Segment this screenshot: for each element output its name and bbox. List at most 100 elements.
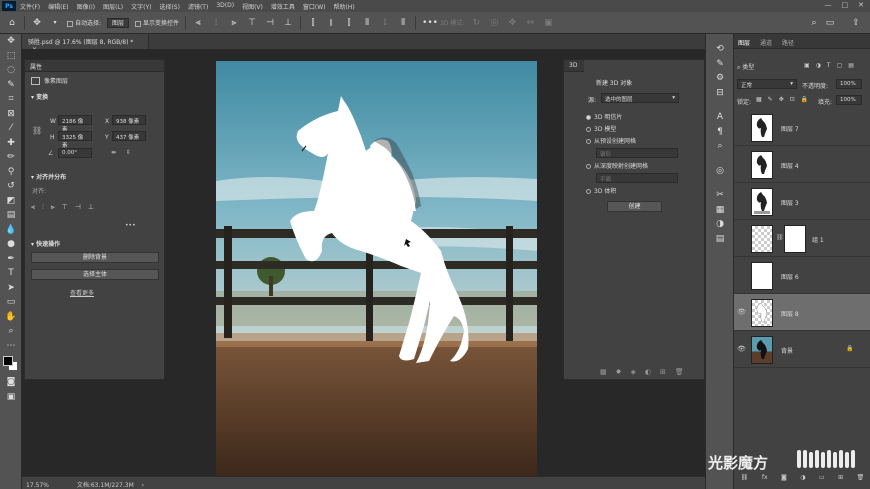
lock-transparent-icon[interactable]: ▦ xyxy=(756,96,762,103)
align-hcenter-icon[interactable]: ⫶ xyxy=(42,203,44,212)
align-right-icon[interactable]: ⫸ xyxy=(51,203,55,212)
shape-tool-icon[interactable]: ▭ xyxy=(0,295,22,310)
scale-3d-icon[interactable]: ▣ xyxy=(542,18,554,28)
frame-tool-icon[interactable]: ⊠ xyxy=(0,107,22,122)
eye-icon[interactable]: 👁 xyxy=(737,308,746,316)
radio[interactable] xyxy=(586,164,591,169)
distribute-top-icon[interactable]: ⫿ xyxy=(307,18,319,28)
filter-icon[interactable]: ▦ xyxy=(600,368,607,376)
option-3d-model[interactable]: 3D 模型 xyxy=(586,124,678,133)
foreground-color[interactable] xyxy=(3,356,13,366)
checkbox-box[interactable] xyxy=(135,20,142,27)
menu-item[interactable]: 文件(F) xyxy=(16,2,44,11)
material-icon[interactable]: ◐ xyxy=(645,368,651,376)
close-button[interactable]: ✕ xyxy=(858,1,864,9)
tab-channels[interactable]: 通道 xyxy=(760,38,772,47)
lasso-tool-icon[interactable]: ◌ xyxy=(0,63,22,78)
width-field[interactable]: 2186 像素 xyxy=(58,115,92,133)
link-icon[interactable]: ⛓ xyxy=(32,126,42,135)
light-icon[interactable]: ✸ xyxy=(616,368,622,376)
tab-paths[interactable]: 路径 xyxy=(782,38,794,47)
orbit-3d-icon[interactable]: ↻ xyxy=(470,18,482,28)
menu-item[interactable]: 滤镜(T) xyxy=(184,2,212,11)
angle-field[interactable]: 0.00° xyxy=(58,148,92,158)
menu-item[interactable]: 3D(D) xyxy=(212,2,238,11)
dodge-tool-icon[interactable]: ● xyxy=(0,237,22,252)
distribute-center-icon[interactable]: ⫾ xyxy=(325,18,337,28)
adjustment-icon[interactable]: ◑ xyxy=(800,474,805,481)
home-icon[interactable]: ⌂ xyxy=(6,18,18,28)
roll-3d-icon[interactable]: ◎ xyxy=(488,18,500,28)
layer-name[interactable]: 图层 3 xyxy=(781,198,799,207)
opacity-field[interactable]: 100% xyxy=(836,79,862,89)
radio[interactable] xyxy=(586,139,591,144)
align-vcenter-icon[interactable]: ⊣ xyxy=(75,203,81,212)
tool-presets-icon[interactable]: ⊟ xyxy=(706,86,734,101)
option-3d-postcard[interactable]: 3D 明信片 xyxy=(586,112,678,121)
trash-icon[interactable]: 🗑 xyxy=(675,368,684,376)
radio-selected[interactable] xyxy=(586,115,591,120)
align-top-icon[interactable]: ⊤ xyxy=(246,18,258,28)
brush-tool-icon[interactable]: ✏ xyxy=(0,150,22,165)
show-transform-checkbox[interactable]: 显示变换控件 xyxy=(135,18,179,27)
pen-tool-icon[interactable]: ✒ xyxy=(0,252,22,267)
properties-tab[interactable]: 属性 xyxy=(25,60,164,72)
layer-row[interactable]: 图层 3 xyxy=(734,183,870,220)
clone-stamp-icon[interactable]: ⚲ xyxy=(0,165,22,180)
move-tool-icon[interactable]: ✥ xyxy=(0,34,22,49)
x-field[interactable]: 938 像素 xyxy=(112,115,146,125)
crop-tool-icon[interactable]: ⌗ xyxy=(0,92,22,107)
doc-size[interactable]: 文档:63.1M/227.3M xyxy=(77,482,134,489)
option-depth-map[interactable]: 从深度映射创建网格 xyxy=(586,161,678,170)
menu-item[interactable]: 文字(Y) xyxy=(127,2,155,11)
more-tools-icon[interactable]: ⋯ xyxy=(0,339,22,354)
shape-filter-icon[interactable]: ▢ xyxy=(837,62,843,69)
flip-horizontal-icon[interactable]: ⇹ xyxy=(111,149,116,156)
3d-tab[interactable]: 3D xyxy=(564,60,584,72)
select-subject-button[interactable]: 选择主体 xyxy=(31,269,159,280)
minimize-button[interactable]: — xyxy=(825,1,832,9)
move-tool-icon[interactable]: ✥ xyxy=(31,18,43,28)
remove-background-button[interactable]: 删除背景 xyxy=(31,252,159,263)
lock-all-icon[interactable]: 🔒 xyxy=(801,96,808,103)
libraries-icon[interactable]: ▤ xyxy=(706,232,734,247)
healing-brush-icon[interactable]: ✚ xyxy=(0,136,22,151)
blend-mode-dropdown[interactable]: 正常 ▾ xyxy=(737,79,797,89)
swatches-icon[interactable]: ▦ xyxy=(706,203,734,218)
new-icon[interactable]: ⊞ xyxy=(660,368,666,376)
layer-row[interactable]: 图层 7 xyxy=(734,109,870,146)
source-dropdown[interactable]: 选中的图层 ▾ xyxy=(601,93,679,103)
checkbox-box[interactable] xyxy=(67,20,73,27)
align-left-icon[interactable]: ⫷ xyxy=(192,18,204,28)
option-3d-volume[interactable]: 3D 体积 xyxy=(586,186,678,195)
adjustments-icon[interactable]: ⚙ xyxy=(706,71,734,86)
quick-mask-icon[interactable]: ◙ xyxy=(0,375,22,390)
layer-row[interactable]: 图层 4 xyxy=(734,146,870,183)
menu-item[interactable]: 图像(I) xyxy=(73,2,99,11)
color-icon[interactable]: ◑ xyxy=(706,217,734,232)
tab-layers[interactable]: 图层 xyxy=(738,38,750,47)
pixel-filter-icon[interactable]: ▣ xyxy=(804,62,810,69)
zoom-tool-icon[interactable]: ⌕ xyxy=(0,324,22,339)
depth-dropdown[interactable]: 平面 xyxy=(596,173,678,183)
menu-item[interactable]: 选择(S) xyxy=(155,2,184,11)
more-options-button[interactable]: ••• xyxy=(125,222,136,229)
transform-header[interactable]: ▾ 变换 xyxy=(25,89,164,104)
align-left-icon[interactable]: ⫷ xyxy=(31,203,35,212)
eraser-tool-icon[interactable]: ◩ xyxy=(0,194,22,209)
layer-row[interactable]: 👁 背景 🔒 xyxy=(734,331,870,368)
auto-select-checkbox[interactable]: 自动选择: xyxy=(67,18,101,27)
blur-tool-icon[interactable]: 💧 xyxy=(0,223,22,238)
distribute-right-icon[interactable]: ⦀ xyxy=(397,18,409,28)
auto-select-dropdown[interactable]: 图层 xyxy=(107,17,130,28)
chevron-right-icon[interactable]: › xyxy=(142,482,144,489)
mask-thumbnail[interactable] xyxy=(784,225,806,253)
option-mesh-preset[interactable]: 从预设创建网格 xyxy=(586,136,678,145)
link-layers-icon[interactable]: ⛓ xyxy=(741,474,749,481)
type-tool-icon[interactable]: T xyxy=(0,266,22,281)
eye-icon[interactable]: 👁 xyxy=(737,345,746,353)
menu-item[interactable]: 帮助(H) xyxy=(330,2,359,11)
filter-type-dropdown[interactable]: ⌕ 类型 xyxy=(737,62,777,72)
pan-3d-icon[interactable]: ✥ xyxy=(506,18,518,28)
align-bottom-icon[interactable]: ⊥ xyxy=(88,203,94,212)
